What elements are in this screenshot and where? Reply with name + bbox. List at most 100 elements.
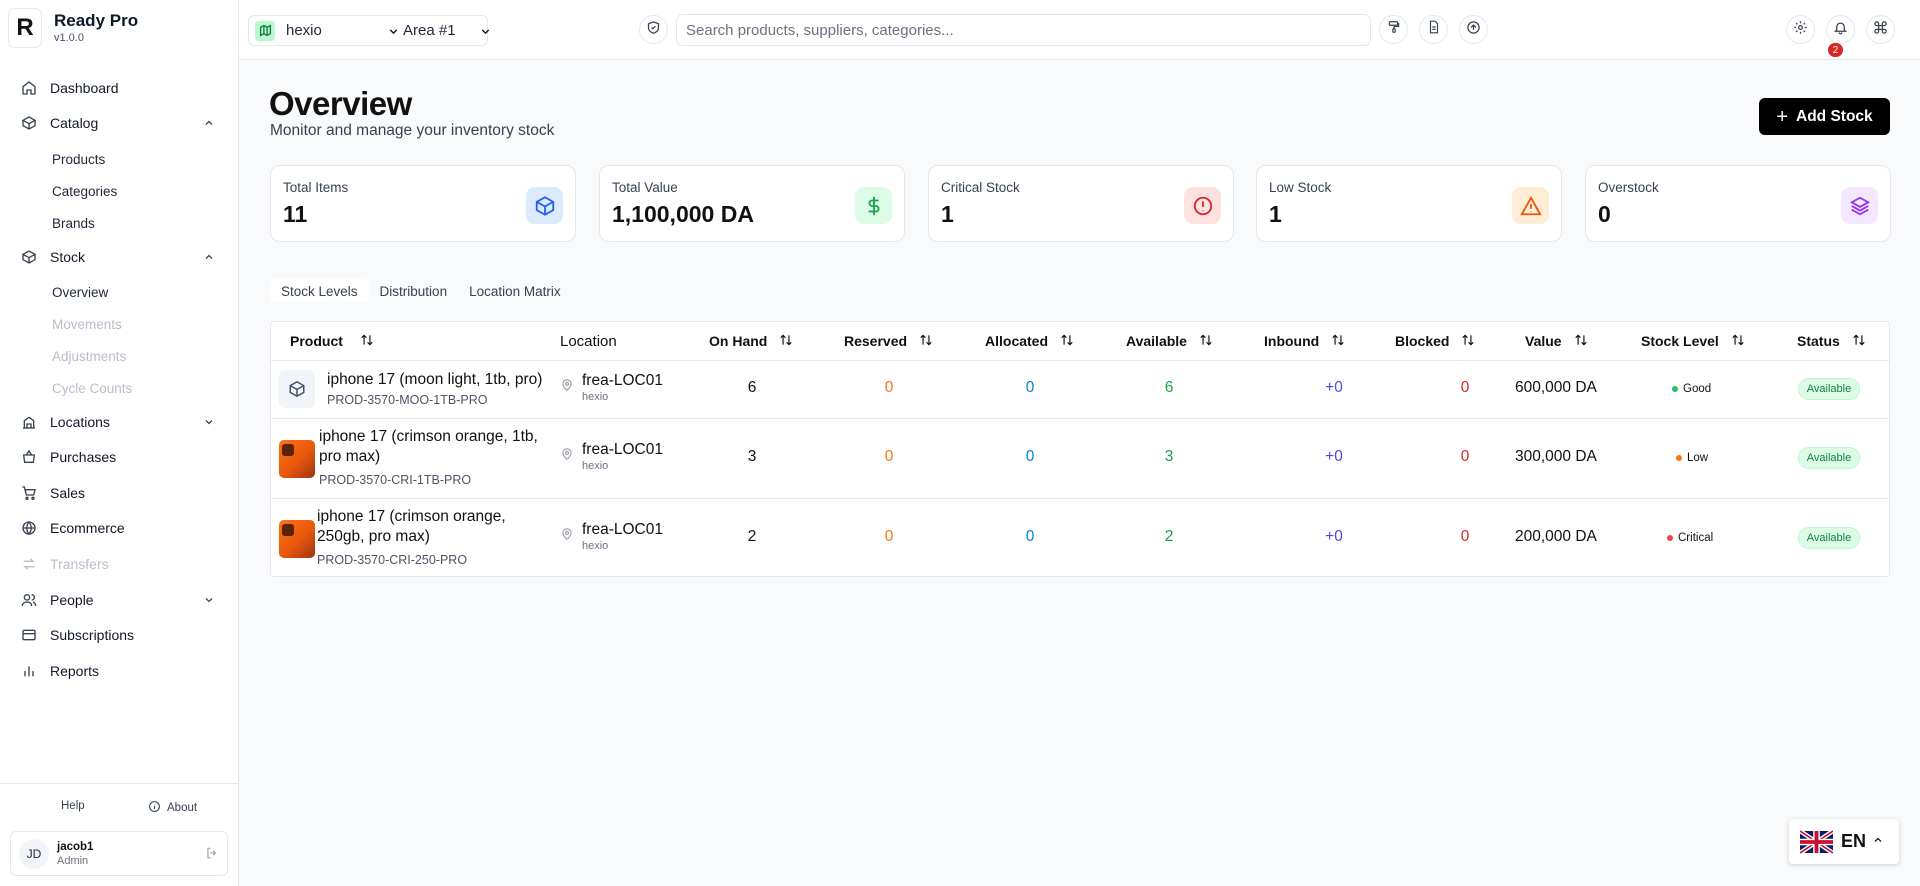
user-card[interactable]: JD jacob1 Admin (10, 831, 228, 876)
bell-icon (1833, 20, 1848, 40)
sort-icon[interactable] (919, 333, 933, 350)
sidebar-item-purchases[interactable]: Purchases (20, 444, 219, 470)
sidebar-item-movements[interactable]: Movements (52, 313, 122, 335)
page-title: Overview (269, 85, 412, 122)
shield-icon (646, 20, 661, 40)
sidebar-item-subscriptions[interactable]: Subscriptions (20, 622, 219, 648)
sidebar-item-transfers[interactable]: Transfers (20, 551, 219, 577)
table-row[interactable]: iphone 17 (crimson orange, 250gb, pro ma… (271, 499, 1889, 578)
sidebar-item-overview[interactable]: Overview (52, 281, 108, 303)
tab-stock-levels[interactable]: Stock Levels (270, 279, 369, 303)
topbar: hexio Area #1 (239, 0, 1920, 60)
sidebar-item-stock[interactable]: Stock (20, 244, 219, 270)
notification-badge: 2 (1828, 43, 1843, 57)
chevron-down-icon[interactable] (387, 25, 400, 43)
column-header-reserved[interactable]: Reserved (844, 322, 933, 360)
stock-level-label: Low (1687, 452, 1709, 464)
sidebar-item-catalog[interactable]: Catalog (20, 110, 219, 136)
location-cell: frea-LOC01 hexio (560, 441, 663, 473)
stat-value: 1,100,000 DA (612, 201, 754, 227)
sort-icon[interactable] (1199, 333, 1213, 350)
search-input[interactable] (676, 14, 1371, 46)
column-header-blocked[interactable]: Blocked (1395, 322, 1475, 360)
gear-icon (1793, 20, 1808, 40)
column-header-on-hand[interactable]: On Hand (709, 322, 793, 360)
sort-icon[interactable] (1852, 333, 1866, 350)
brand[interactable]: R Ready Pro v1.0.0 (8, 8, 138, 48)
command-button[interactable] (1866, 15, 1895, 44)
tab-location-matrix[interactable]: Location Matrix (458, 279, 572, 303)
location-workspace: hexio (582, 460, 609, 472)
sidebar-item-ecommerce[interactable]: Ecommerce (20, 515, 219, 541)
chevron-down-icon[interactable] (479, 25, 492, 43)
status-dot (1667, 535, 1673, 541)
sidebar-item-products[interactable]: Products (52, 148, 105, 170)
product-name[interactable]: iphone 17 (moon light, 1tb, pro) (327, 370, 542, 390)
product-name[interactable]: iphone 17 (crimson orange, 1tb, pro max) (319, 427, 549, 467)
sidebar-item-dashboard[interactable]: Dashboard (20, 75, 219, 101)
app-version: v1.0.0 (54, 32, 84, 44)
view-tabs: Stock Levels Distribution Location Matri… (270, 279, 572, 303)
paint-roller-button[interactable] (1379, 15, 1408, 44)
sidebar-item-sales[interactable]: Sales (20, 480, 219, 506)
notifications-button[interactable] (1826, 15, 1855, 44)
sidebar-item-categories[interactable]: Categories (52, 180, 117, 202)
upload-button[interactable] (1459, 15, 1488, 44)
sort-icon[interactable] (1331, 333, 1345, 350)
sidebar-item-adjustments[interactable]: Adjustments (52, 345, 126, 367)
column-header-allocated[interactable]: Allocated (985, 322, 1074, 360)
sort-icon[interactable] (1461, 333, 1475, 350)
sort-icon[interactable] (779, 333, 793, 350)
sort-icon[interactable] (1574, 333, 1588, 350)
sort-icon[interactable] (360, 333, 374, 350)
workspace-selector[interactable]: hexio Area #1 (248, 15, 490, 46)
stat-card-total-items: Total Items 11 (270, 165, 576, 242)
location-cell: frea-LOC01 hexio (560, 372, 663, 404)
logout-icon[interactable] (205, 846, 219, 865)
stat-value: 0 (1598, 201, 1611, 227)
area-selector[interactable]: Area #1 (403, 22, 456, 39)
paint-roller-icon (1387, 20, 1401, 39)
product-name[interactable]: iphone 17 (crimson orange, 250gb, pro ma… (317, 507, 547, 547)
column-header-status[interactable]: Status (1797, 322, 1866, 360)
stock-value: 600,000 DA (1515, 379, 1597, 396)
reserved-value: 0 (884, 448, 894, 465)
add-stock-button[interactable]: + Add Stock (1759, 98, 1890, 135)
table-row[interactable]: iphone 17 (crimson orange, 1tb, pro max)… (271, 419, 1889, 498)
tab-distribution[interactable]: Distribution (369, 279, 459, 303)
language-switcher[interactable]: EN (1789, 819, 1899, 864)
shield-button[interactable] (639, 15, 668, 44)
column-header-stock-level[interactable]: Stock Level (1641, 322, 1745, 360)
stock-level-critical: Critical (1667, 532, 1713, 544)
sort-icon[interactable] (1060, 333, 1074, 350)
status-dot (1672, 386, 1678, 392)
reserved-value: 0 (884, 379, 894, 396)
table-row[interactable]: iphone 17 (moon light, 1tb, pro) PROD-35… (271, 361, 1889, 418)
column-header-available[interactable]: Available (1126, 322, 1213, 360)
settings-button[interactable] (1786, 15, 1815, 44)
arrow-up-circle-icon (1466, 20, 1481, 40)
blocked-value: 0 (1460, 448, 1470, 465)
inbound-value: +0 (1325, 528, 1343, 545)
column-header-value[interactable]: Value (1525, 322, 1588, 360)
command-icon (1873, 20, 1888, 40)
document-button[interactable] (1419, 15, 1448, 44)
sidebar-item-people[interactable]: People (20, 587, 219, 613)
box-icon (20, 248, 38, 266)
add-stock-label: Add Stock (1796, 107, 1873, 125)
about-link[interactable]: About (148, 800, 197, 816)
sidebar-item-reports[interactable]: Reports (20, 658, 219, 684)
stat-card-total-value: Total Value 1,100,000 DA (599, 165, 905, 242)
column-header-product[interactable]: Product (290, 322, 374, 360)
available-value: 3 (1164, 448, 1174, 465)
sort-icon[interactable] (1731, 333, 1745, 350)
product-thumbnail (279, 440, 315, 478)
sidebar-item-locations[interactable]: Locations (20, 409, 219, 435)
help-link[interactable]: Help (61, 800, 85, 812)
reserved-value: 0 (884, 528, 894, 545)
sidebar-item-brands[interactable]: Brands (52, 212, 95, 234)
cube-icon (526, 187, 563, 224)
column-header-inbound[interactable]: Inbound (1264, 322, 1345, 360)
location-name: frea-LOC01 (582, 441, 663, 458)
sidebar-item-cycle-counts[interactable]: Cycle Counts (52, 377, 132, 399)
